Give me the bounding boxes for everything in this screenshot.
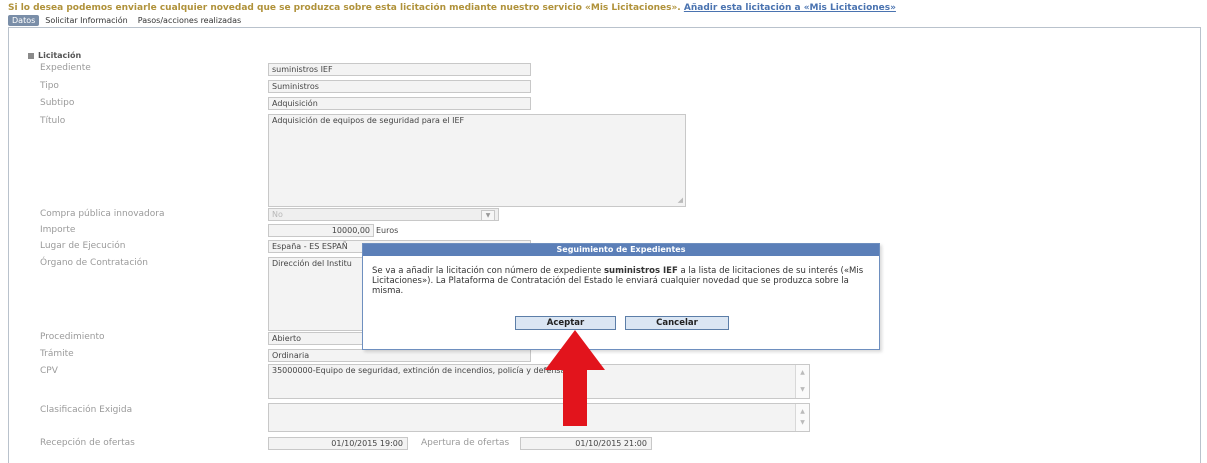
titulo-text: Adquisición de equipos de seguridad para… xyxy=(272,116,465,125)
cpv-text: 35000000-Equipo de seguridad, extinción … xyxy=(272,366,568,375)
add-to-my-tenders-link[interactable]: Añadir esta licitación a «Mis Licitacion… xyxy=(684,3,896,13)
label-importe: Importe xyxy=(40,225,76,235)
tramite-field[interactable]: Ordinaria xyxy=(268,349,531,362)
clasificacion-scrollbar[interactable]: ▲ ▼ xyxy=(795,404,809,431)
label-clasificacion: Clasificación Exigida xyxy=(40,405,133,415)
importe-unit: Euros xyxy=(376,226,399,235)
clasificacion-field[interactable]: ▲ ▼ xyxy=(268,403,810,432)
label-tipo: Tipo xyxy=(40,81,59,91)
dialog-expediente-name: suministros IEF xyxy=(604,266,678,276)
section-header: Licitación xyxy=(28,51,81,61)
dialog-message: Se va a añadir la licitación con número … xyxy=(372,266,867,296)
dialog-message-start: Se va a añadir la licitación con número … xyxy=(372,266,602,276)
apertura-ofertas-field[interactable]: 01/10/2015 21:00 xyxy=(520,437,652,450)
scroll-up-icon[interactable]: ▲ xyxy=(796,407,809,417)
dialog-title: Seguimiento de Expedientes xyxy=(363,244,879,256)
label-compra-publica: Compra pública innovadora xyxy=(40,209,165,219)
compra-publica-select[interactable]: No ▼ xyxy=(268,208,499,221)
label-subtipo: Subtipo xyxy=(40,98,75,108)
collapse-square-icon[interactable] xyxy=(28,53,34,59)
follow-notice: Si lo desea podemos enviarle cualquier n… xyxy=(8,3,1203,13)
cpv-scrollbar[interactable]: ▲ ▼ xyxy=(795,365,809,398)
tab-pasos-acciones[interactable]: Pasos/acciones realizadas xyxy=(134,15,245,26)
subtipo-field[interactable]: Adquisición xyxy=(268,97,531,110)
label-apertura-ofertas: Apertura de ofertas xyxy=(421,438,510,448)
cancel-button[interactable]: Cancelar xyxy=(625,316,729,330)
tab-datos[interactable]: Datos xyxy=(8,15,40,26)
tipo-field[interactable]: Suministros xyxy=(268,80,531,93)
compra-publica-value: No xyxy=(272,210,283,219)
label-titulo: Título xyxy=(40,116,66,126)
tab-bar: Datos Solicitar Información Pasos/accion… xyxy=(8,15,245,26)
recepcion-ofertas-field[interactable]: 01/10/2015 19:00 xyxy=(268,437,408,450)
scroll-down-icon[interactable]: ▼ xyxy=(796,385,809,395)
chevron-down-icon[interactable]: ▼ xyxy=(481,210,495,220)
confirm-dialog: Seguimiento de Expedientes Se va a añadi… xyxy=(362,243,880,350)
label-tramite: Trámite xyxy=(40,349,74,359)
scroll-up-icon[interactable]: ▲ xyxy=(796,368,809,378)
cpv-field[interactable]: 35000000-Equipo de seguridad, extinción … xyxy=(268,364,810,399)
label-procedimiento: Procedimiento xyxy=(40,332,105,342)
label-cpv: CPV xyxy=(40,366,58,376)
follow-notice-text: Si lo desea podemos enviarle cualquier n… xyxy=(8,3,681,13)
label-lugar-ejecucion: Lugar de Ejecución xyxy=(40,241,126,251)
tab-solicitar-informacion[interactable]: Solicitar Información xyxy=(41,15,131,26)
titulo-field[interactable]: Adquisición de equipos de seguridad para… xyxy=(268,114,686,207)
label-expediente: Expediente xyxy=(40,63,91,73)
section-title: Licitación xyxy=(38,51,82,60)
label-recepcion-ofertas: Recepción de ofertas xyxy=(40,438,135,448)
pointer-arrow-icon xyxy=(543,330,607,426)
accept-button[interactable]: Aceptar xyxy=(515,316,616,330)
resize-grip-icon[interactable]: ◢ xyxy=(678,195,683,205)
scroll-down-icon[interactable]: ▼ xyxy=(796,418,809,428)
expediente-field[interactable]: suministros IEF xyxy=(268,63,531,76)
importe-field[interactable]: 10000,00 xyxy=(268,224,374,237)
label-organo-contratacion: Órgano de Contratación xyxy=(40,258,148,268)
